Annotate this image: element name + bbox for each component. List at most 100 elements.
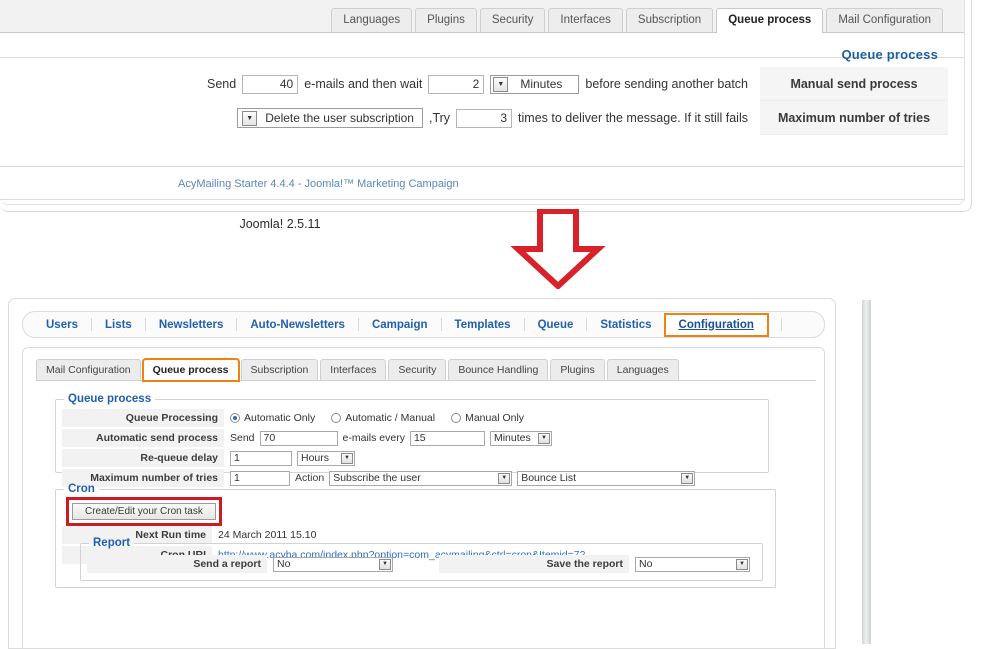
- top-form-body: Queue process Send e-mails and then wait…: [0, 33, 964, 166]
- try-tail-text: times to deliver the message. If it stil…: [518, 111, 748, 125]
- automatic-send-process-label: Automatic send process: [62, 429, 224, 447]
- batch-tail-text: before sending another batch: [585, 77, 748, 91]
- main-navigation: Users Lists Newsletters Auto-Newsletters…: [22, 311, 825, 338]
- auto-send-unit-value: Minutes: [493, 432, 531, 444]
- radio-automatic-manual-label: Automatic / Manual: [345, 412, 436, 424]
- chevron-down-icon: ▼: [242, 110, 258, 126]
- subtab-mail-configuration[interactable]: Mail Configuration: [36, 359, 141, 380]
- chevron-down-icon: ▼: [341, 452, 353, 464]
- radio-automatic-only-label: Automatic Only: [244, 412, 316, 424]
- subtab-queue-process[interactable]: Queue process: [141, 358, 240, 382]
- save-the-report-select[interactable]: No ▼: [635, 556, 750, 572]
- cron-legend: Cron: [68, 483, 95, 495]
- page-scrollbar[interactable]: [862, 300, 871, 644]
- top-tab-plugins[interactable]: Plugins: [415, 8, 477, 32]
- top-tab-list: Languages Plugins Security Interfaces Su…: [331, 8, 946, 33]
- save-the-report-value: No: [639, 558, 653, 570]
- nav-item-queue[interactable]: Queue: [525, 315, 587, 335]
- send-a-report-value: No: [277, 558, 291, 570]
- top-footer-divider: [0, 166, 964, 167]
- save-the-report-label: Save the report: [439, 555, 629, 573]
- send-a-report-select[interactable]: No ▼: [273, 556, 393, 572]
- auto-send-unit-select[interactable]: Minutes ▼: [489, 430, 552, 446]
- nav-item-statistics[interactable]: Statistics: [587, 315, 664, 335]
- red-down-arrow-icon: [510, 209, 606, 289]
- acymailing-admin-panel: Users Lists Newsletters Auto-Newsletters…: [8, 298, 836, 649]
- chevron-down-icon: ▼: [537, 432, 550, 444]
- top-tab-security[interactable]: Security: [479, 8, 546, 32]
- manual-send-process-label: Manual send process: [760, 67, 948, 101]
- nav-item-templates[interactable]: Templates: [442, 315, 524, 335]
- fail-action-value: Delete the user subscription: [265, 111, 414, 125]
- report-legend: Report: [93, 537, 131, 549]
- top-fieldset-legend: Queue process: [841, 47, 938, 62]
- try-count-input[interactable]: [456, 108, 513, 128]
- report-row: Send a report No ▼ Save the report No ▼: [87, 555, 756, 573]
- subtab-bounce-handling[interactable]: Bounce Handling: [448, 359, 549, 380]
- subtab-security[interactable]: Security: [388, 359, 447, 380]
- cron-fieldset: Cron Create/Edit your Cron task Next Run…: [55, 483, 776, 588]
- top-bottom-divider: [0, 199, 964, 200]
- top-tab-interfaces[interactable]: Interfaces: [548, 8, 623, 32]
- emails-wait-text: e-mails and then wait: [304, 77, 423, 91]
- cron-button-highlight-box: Create/Edit your Cron task: [66, 497, 222, 526]
- auto-send-mid-text: e-mails every: [342, 432, 405, 444]
- max-number-of-tries-label: Maximum number of tries: [760, 101, 948, 135]
- joomla-version-text: Joomla! 2.5.11: [239, 217, 321, 231]
- queue-process-fieldset: Queue process Queue Processing Automatic…: [55, 393, 769, 487]
- configuration-content-card: Mail Configuration Queue process Subscri…: [22, 347, 825, 648]
- send-label: Send: [207, 77, 237, 91]
- max-tries-row: ▼ Delete the user subscription ,Try time…: [0, 101, 948, 135]
- top-tab-strip: Languages Plugins Security Interfaces Su…: [0, 0, 964, 33]
- nav-item-auto-newsletters[interactable]: Auto-Newsletters: [237, 315, 358, 335]
- wait-unit-value: Minutes: [520, 77, 563, 91]
- automatic-send-process-fields: Send e-mails every Minutes ▼: [224, 430, 552, 446]
- nav-item-users[interactable]: Users: [33, 315, 91, 335]
- radio-automatic-manual[interactable]: [331, 413, 342, 423]
- wait-amount-input[interactable]: [428, 74, 485, 94]
- max-tries-fields: ▼ Delete the user subscription ,Try time…: [0, 108, 760, 128]
- save-the-report-field: No ▼: [629, 556, 750, 572]
- requeue-delay-fields: Hours ▼: [224, 450, 355, 466]
- auto-send-count-input[interactable]: [259, 430, 338, 446]
- automatic-send-process-row: Automatic send process Send e-mails ever…: [62, 429, 762, 447]
- requeue-delay-label: Re-queue delay: [62, 449, 224, 467]
- subtab-interfaces[interactable]: Interfaces: [320, 359, 387, 380]
- try-label: ,Try: [428, 111, 451, 125]
- radio-automatic-only[interactable]: [230, 413, 240, 423]
- top-tab-subscription[interactable]: Subscription: [625, 8, 714, 32]
- nav-item-configuration[interactable]: Configuration: [663, 312, 769, 337]
- cron-button-area: Create/Edit your Cron task: [62, 497, 769, 526]
- chevron-down-icon: ▼: [493, 76, 509, 92]
- requeue-delay-row: Re-queue delay Hours ▼: [62, 449, 762, 467]
- configuration-sub-tabs: Mail Configuration Queue process Subscri…: [36, 358, 816, 382]
- emails-per-batch-input[interactable]: [242, 74, 299, 94]
- top-config-panel-inner: Languages Plugins Security Interfaces Su…: [0, 0, 965, 205]
- chevron-down-icon: ▼: [498, 472, 511, 484]
- report-fieldset: Report Send a report No ▼ Save the repor…: [80, 537, 763, 581]
- manual-send-process-row: Send e-mails and then wait ▼ Minutes bef…: [0, 67, 948, 101]
- radio-manual-only[interactable]: [451, 413, 462, 423]
- top-tab-languages[interactable]: Languages: [331, 8, 413, 32]
- chevron-down-icon: ▼: [681, 472, 694, 484]
- subtab-languages[interactable]: Languages: [606, 359, 679, 380]
- create-edit-cron-task-button[interactable]: Create/Edit your Cron task: [72, 503, 216, 520]
- manual-send-process-fields: Send e-mails and then wait ▼ Minutes bef…: [0, 74, 760, 94]
- requeue-unit-select[interactable]: Hours ▼: [297, 450, 355, 466]
- requeue-unit-value: Hours: [301, 452, 330, 464]
- nav-item-campaign[interactable]: Campaign: [359, 315, 441, 335]
- queue-processing-options: Automatic Only Automatic / Manual Manual…: [224, 412, 524, 424]
- subtab-plugins[interactable]: Plugins: [550, 359, 605, 380]
- subtab-subscription[interactable]: Subscription: [240, 359, 319, 380]
- nav-item-newsletters[interactable]: Newsletters: [146, 315, 237, 335]
- top-tab-mail-configuration[interactable]: Mail Configuration: [826, 8, 943, 32]
- top-config-panel: Languages Plugins Security Interfaces Su…: [0, 0, 972, 212]
- queue-process-legend: Queue process: [68, 393, 152, 405]
- queue-processing-label: Queue Processing: [62, 409, 224, 427]
- nav-item-lists[interactable]: Lists: [92, 315, 145, 335]
- fail-action-select[interactable]: ▼ Delete the user subscription: [237, 108, 423, 128]
- top-tab-queue-process[interactable]: Queue process: [716, 8, 824, 33]
- wait-unit-select[interactable]: ▼ Minutes: [490, 74, 580, 94]
- auto-send-interval-input[interactable]: [409, 430, 485, 446]
- requeue-delay-input[interactable]: [230, 450, 292, 466]
